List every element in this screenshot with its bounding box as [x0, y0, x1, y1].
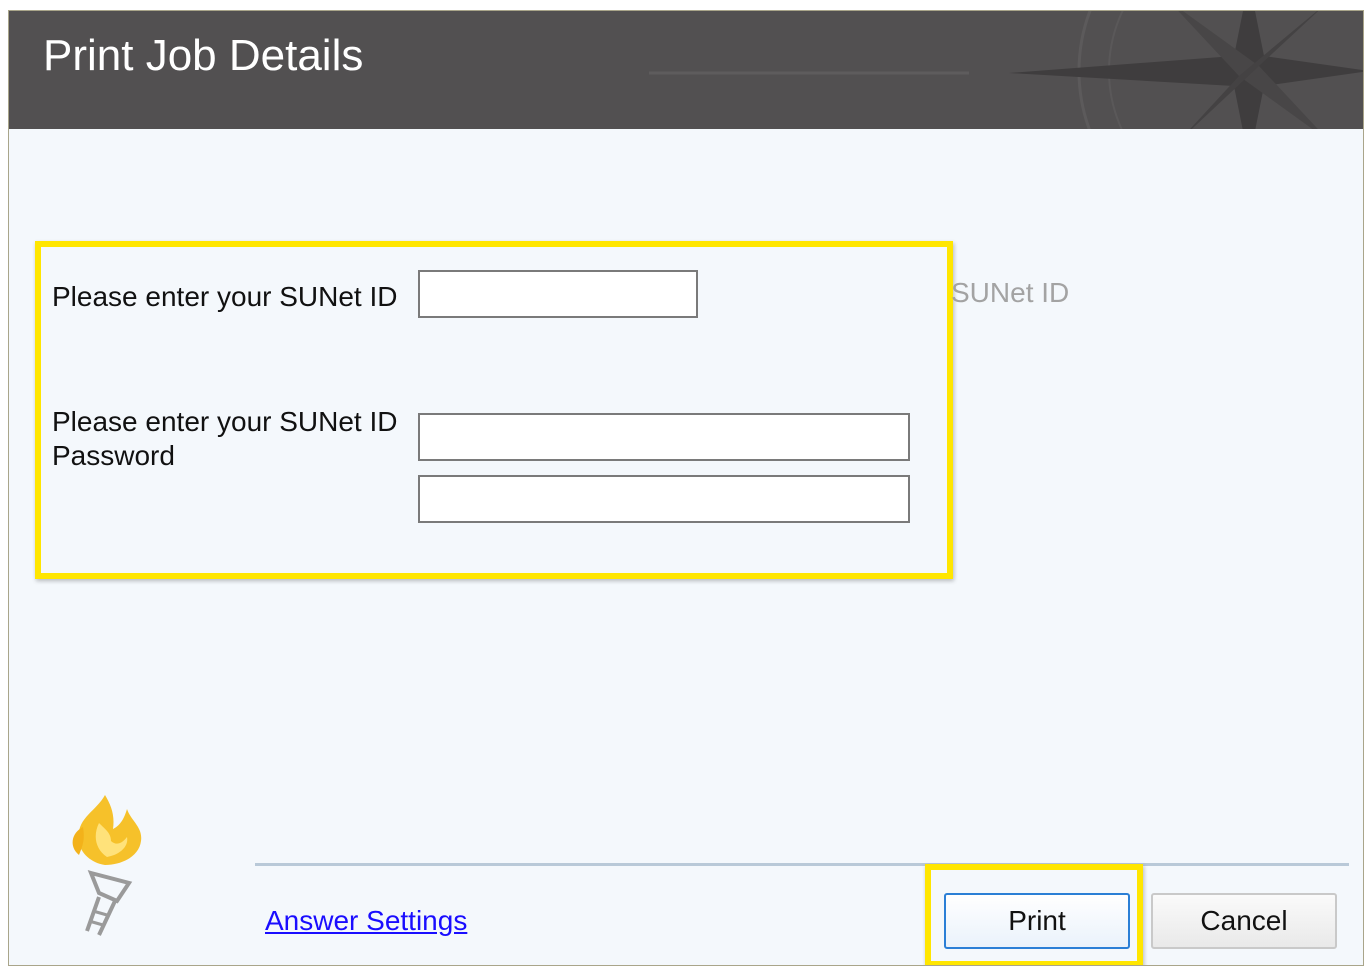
sunet-id-label: Please enter your SUNet ID — [52, 281, 398, 312]
print-button[interactable]: Print — [944, 893, 1130, 949]
password-confirm-input[interactable] — [418, 475, 910, 523]
torch-icon — [72, 795, 142, 936]
sunet-id-hint: SUNet ID — [951, 277, 1070, 308]
footer-separator — [255, 863, 1349, 866]
print-job-details-dialog: Print Job Details Please enter your SUNe… — [8, 10, 1364, 966]
dialog-title: Print Job Details — [43, 31, 364, 80]
password-label: Please enter your SUNet ID Password — [52, 406, 398, 471]
dialog-header: Print Job Details — [9, 11, 1363, 129]
password-input[interactable] — [418, 413, 910, 461]
compass-star-icon — [649, 11, 1363, 129]
answer-settings-link[interactable]: Answer Settings — [265, 905, 467, 937]
sunet-id-input[interactable] — [418, 270, 698, 318]
cancel-button[interactable]: Cancel — [1151, 893, 1337, 949]
